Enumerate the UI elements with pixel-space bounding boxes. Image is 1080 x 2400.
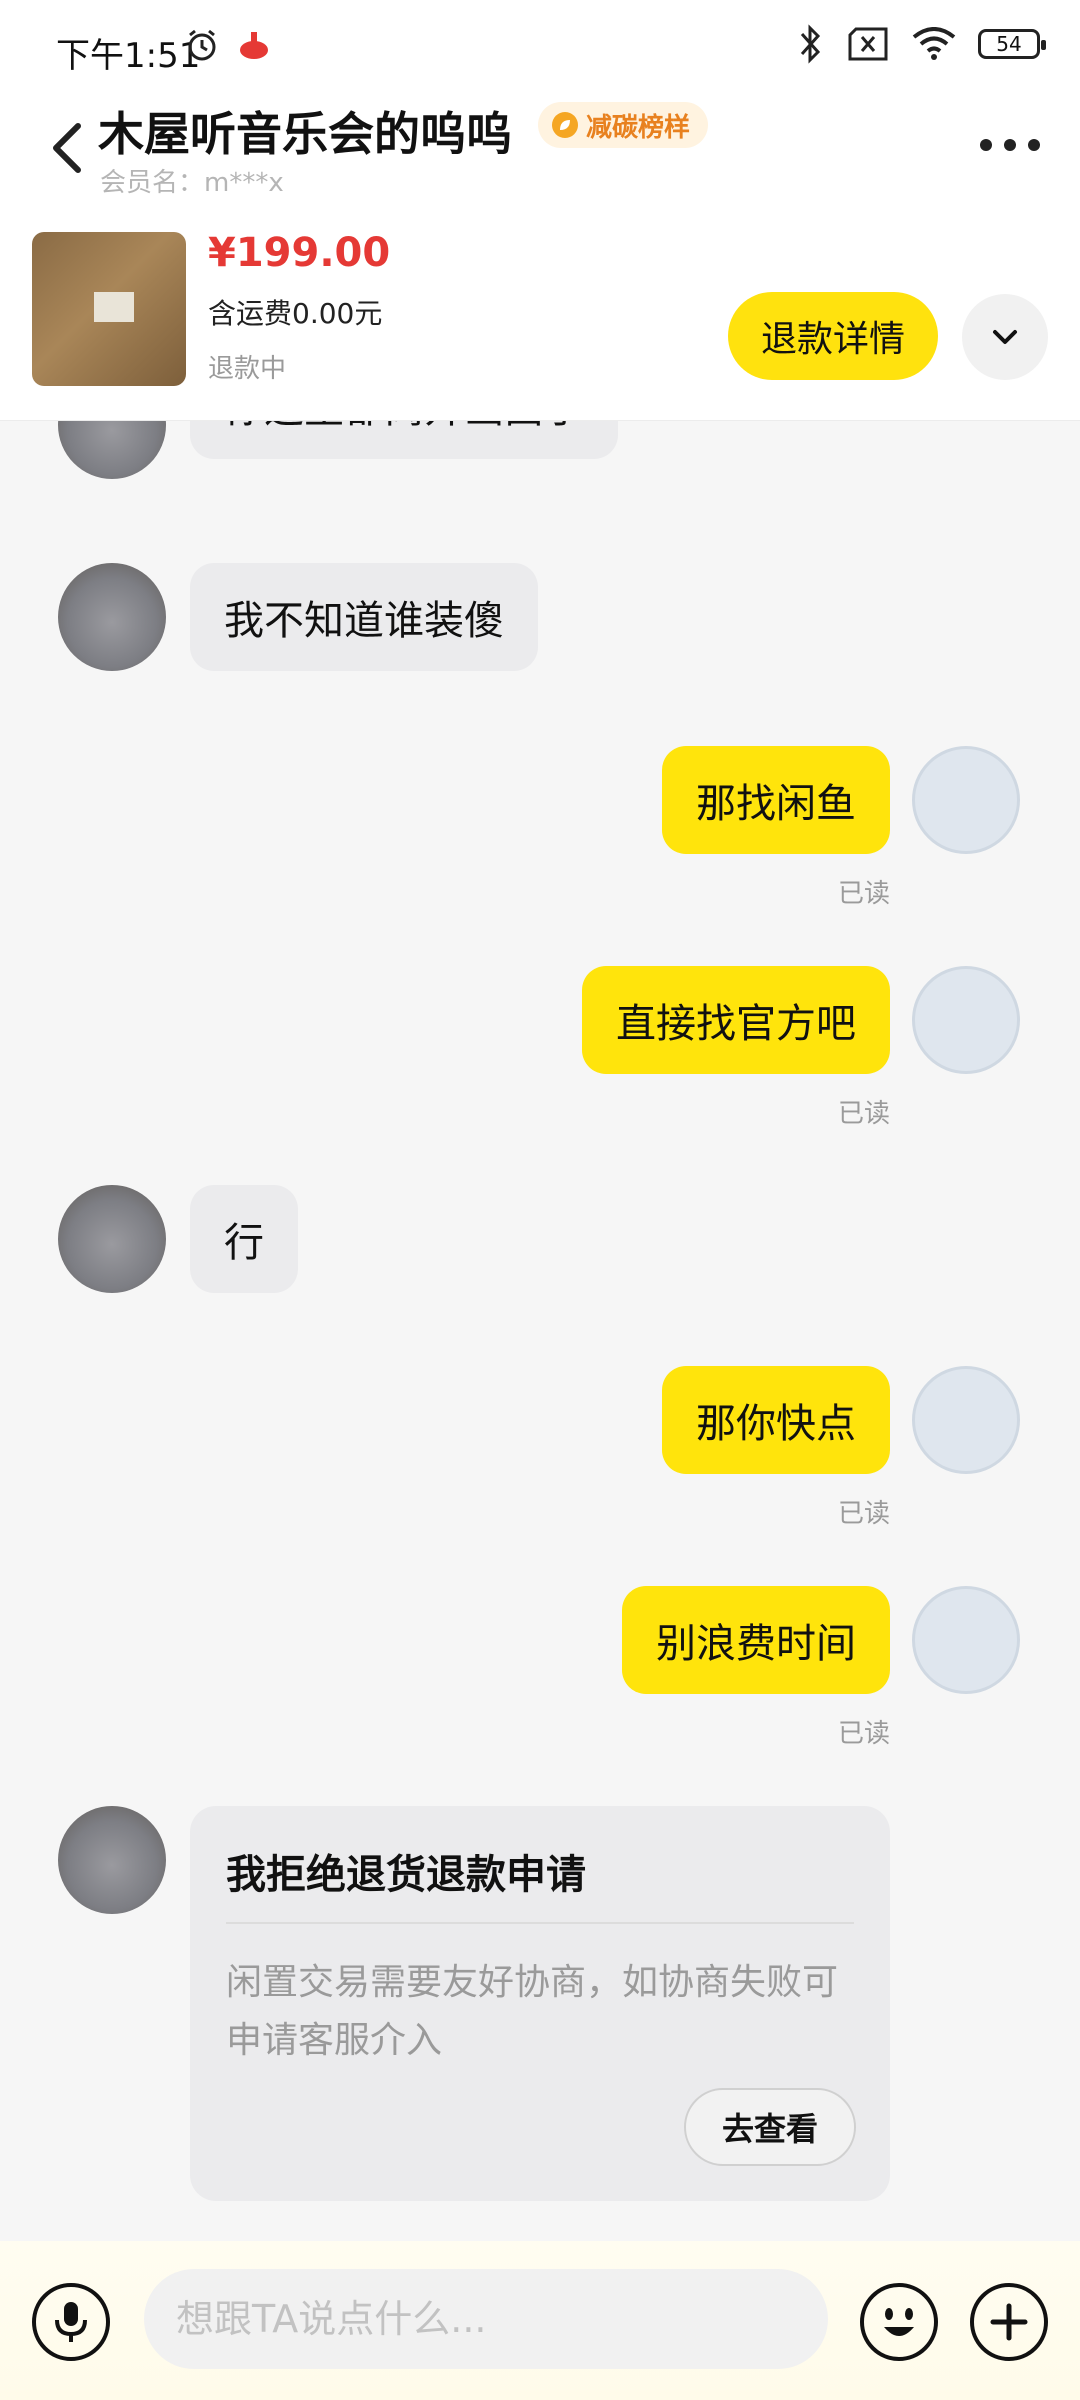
order-price: ¥199.00: [208, 230, 391, 276]
bluetooth-icon: [800, 24, 821, 64]
message-bubble[interactable]: 你这里都离开画面了: [190, 421, 618, 459]
message-bubble[interactable]: 那找闲鱼: [662, 746, 890, 854]
back-button[interactable]: [44, 112, 94, 182]
message-bubble[interactable]: 别浪费时间: [622, 1586, 890, 1694]
app-notification-icon: [240, 32, 268, 59]
wifi-icon: [912, 27, 956, 60]
chat-header: 木屋听音乐会的呜呜 减碳榜样 会员名：m***x ¥199.00 含运费0.00…: [0, 90, 1080, 421]
package-label: [94, 292, 134, 322]
seller-name[interactable]: 木屋听音乐会的呜呜: [98, 98, 512, 164]
carbon-reduction-badge[interactable]: 减碳榜样: [538, 102, 709, 148]
shipping-fee: 含运费0.00元: [208, 297, 383, 330]
seller-avatar[interactable]: [58, 421, 166, 479]
order-status: 退款中: [208, 354, 287, 384]
emoji-button[interactable]: [860, 2283, 938, 2361]
more-options-button[interactable]: [980, 130, 1040, 160]
chevron-down-icon: [993, 330, 1017, 344]
message-bubble[interactable]: 我不知道谁装傻: [190, 563, 538, 671]
read-receipt: 已读: [837, 1719, 890, 1749]
leaf-icon: [552, 112, 578, 138]
seller-avatar[interactable]: [58, 1806, 166, 1914]
message-input[interactable]: [144, 2269, 828, 2369]
message-bubble[interactable]: 行: [190, 1185, 298, 1293]
read-receipt: 已读: [837, 1499, 890, 1529]
status-time: 下午1:51: [56, 36, 201, 76]
message-bubble[interactable]: 那你快点: [662, 1366, 890, 1474]
my-avatar[interactable]: [912, 1586, 1020, 1694]
member-name: 会员名：m***x: [100, 168, 284, 198]
chat-message-list[interactable]: 你这里都离开画面了 我不知道谁装傻 那找闲鱼 已读 直接找官方吧 已读 行 那你…: [0, 421, 1080, 2241]
plus-icon: [990, 2303, 1028, 2341]
view-button[interactable]: 去查看: [684, 2088, 856, 2166]
expand-button[interactable]: [962, 294, 1048, 380]
dot-icon: [980, 139, 992, 151]
card-body: 闲置交易需要友好协商，如协商失败可申请客服介入: [226, 1962, 839, 2061]
refund-detail-button[interactable]: 退款详情: [728, 292, 938, 380]
my-avatar[interactable]: [912, 1366, 1020, 1474]
card-divider: [226, 1922, 854, 1924]
read-receipt: 已读: [837, 1099, 890, 1129]
seller-avatar[interactable]: [58, 1185, 166, 1293]
message-bubble[interactable]: 直接找官方吧: [582, 966, 890, 1074]
voice-input-button[interactable]: [32, 2283, 110, 2361]
status-bar: 下午1:51 54: [0, 0, 1080, 90]
alarm-icon: [188, 29, 216, 61]
seller-avatar[interactable]: [58, 563, 166, 671]
read-receipt: 已读: [837, 879, 890, 909]
dot-icon: [1004, 139, 1016, 151]
more-actions-button[interactable]: [970, 2283, 1048, 2361]
battery-icon: 54: [978, 29, 1046, 59]
refund-rejection-card: 我拒绝退货退款申请 闲置交易需要友好协商，如协商失败可申请客服介入 去查看: [190, 1806, 890, 2201]
dot-icon: [1028, 139, 1040, 151]
product-thumbnail[interactable]: [32, 232, 186, 386]
input-bar: [0, 2241, 1080, 2400]
badge-label: 减碳榜样: [586, 112, 691, 143]
my-avatar[interactable]: [912, 966, 1020, 1074]
battery-level: 54: [996, 32, 1022, 56]
card-title: 我拒绝退货退款申请: [226, 1852, 586, 1898]
no-sim-icon: [848, 27, 888, 61]
smiley-icon: [884, 2308, 914, 2336]
my-avatar[interactable]: [912, 746, 1020, 854]
microphone-icon: [55, 2302, 87, 2342]
